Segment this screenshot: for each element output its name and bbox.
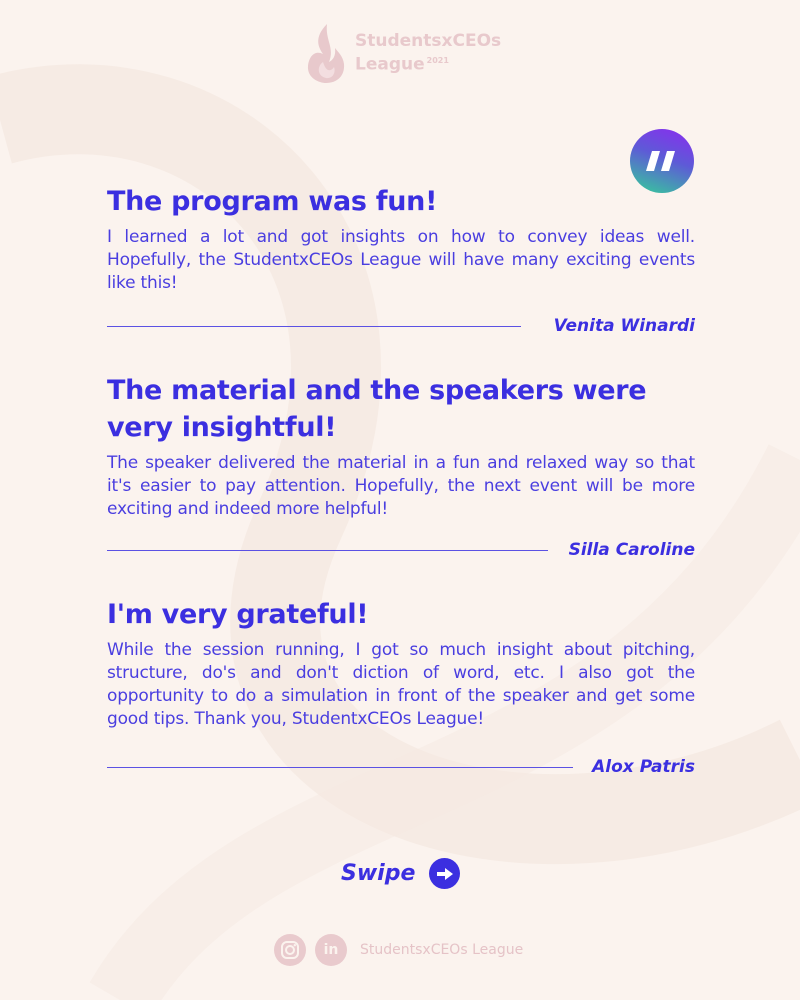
testimonial-title: The program was fun! — [107, 186, 438, 217]
instagram-icon[interactable] — [274, 934, 306, 966]
swipe-label: Swipe — [341, 861, 416, 886]
testimonial-card: The program was fun! I learned a lot and… — [107, 183, 695, 336]
testimonial-author: Alox Patris — [592, 757, 695, 777]
linkedin-glyph: in — [323, 942, 339, 958]
testimonial-footer: Silla Caroline — [107, 539, 695, 561]
testimonial-body: The speaker delivered the material in a … — [107, 453, 695, 519]
testimonial-author: Venita Winardi — [553, 316, 695, 336]
testimonial-card: I'm very grateful! While the session run… — [107, 596, 695, 777]
arrow-right-icon[interactable] — [429, 858, 461, 889]
testimonial-footer: Alox Patris — [107, 756, 695, 778]
divider-line — [107, 549, 548, 551]
linkedin-icon[interactable]: in — [315, 934, 347, 966]
testimonial-title: I'm very grateful! — [107, 599, 369, 630]
brand-name-line2: League — [355, 54, 425, 75]
divider-line — [107, 766, 573, 768]
testimonial-card: The material and the speakers were very … — [107, 372, 695, 560]
quote-icon — [646, 151, 675, 171]
social-footer: in StudentsxCEOs League — [274, 934, 523, 966]
testimonial-body: While the session running, I got so much… — [107, 640, 695, 729]
brand-name: StudentsxCEOs — [355, 31, 502, 52]
testimonial-author: Silla Caroline — [568, 540, 695, 560]
testimonial-title: The material and the speakers were very … — [107, 375, 647, 443]
flame-logo-icon — [307, 24, 345, 83]
testimonial-body: I learned a lot and got insights on how … — [107, 227, 695, 293]
swipe-button[interactable]: Swipe — [341, 858, 461, 889]
divider-line — [107, 325, 521, 327]
brand-year: 2021 — [426, 56, 449, 66]
social-handle: StudentsxCEOs League — [360, 942, 524, 958]
brand-logo: StudentsxCEOs League 2021 — [305, 22, 501, 84]
testimonial-footer: Venita Winardi — [107, 315, 695, 337]
